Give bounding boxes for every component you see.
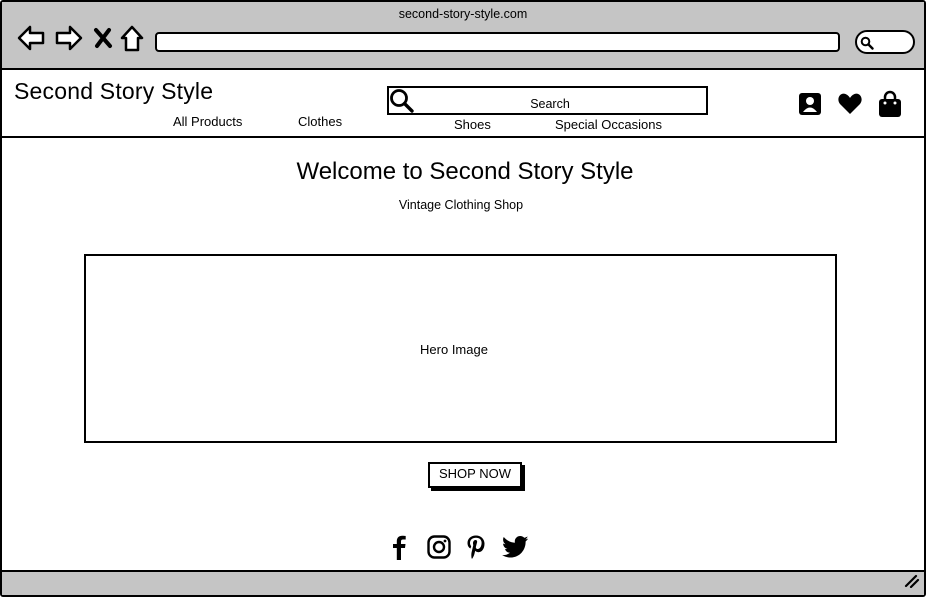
site-header: Second Story Style All Products Clothes … — [2, 72, 924, 138]
stop-icon[interactable] — [93, 27, 113, 53]
nav-special-occasions[interactable]: Special Occasions — [555, 117, 662, 132]
page-subtitle: Vintage Clothing Shop — [398, 198, 524, 212]
pinterest-icon[interactable] — [465, 534, 487, 564]
browser-window: second-story-style.com Second Story Styl… — [0, 0, 926, 597]
account-icon[interactable] — [798, 92, 822, 120]
site-search-input[interactable]: Search — [387, 86, 708, 115]
browser-search-field[interactable] — [855, 30, 915, 54]
shop-now-button[interactable]: SHOP NOW — [428, 462, 522, 488]
resize-grip-icon[interactable] — [904, 573, 920, 592]
hero-image: Hero Image — [84, 254, 837, 443]
nav-shoes[interactable]: Shoes — [454, 117, 491, 132]
window-title: second-story-style.com — [398, 7, 528, 21]
search-placeholder: Search — [530, 97, 570, 111]
hero-image-label: Hero Image — [420, 342, 488, 357]
browser-toolbar: second-story-style.com — [2, 2, 924, 70]
forward-arrow-icon[interactable] — [54, 24, 84, 56]
brand-logo[interactable]: Second Story Style — [14, 78, 213, 105]
nav-clothes[interactable]: Clothes — [298, 114, 342, 129]
home-icon[interactable] — [119, 24, 145, 58]
address-bar[interactable] — [155, 32, 840, 52]
instagram-icon[interactable] — [427, 535, 451, 563]
facebook-icon[interactable] — [389, 534, 409, 564]
twitter-icon[interactable] — [502, 536, 529, 562]
heart-icon[interactable] — [837, 92, 863, 120]
page-title: Welcome to Second Story Style — [296, 158, 634, 185]
browser-status-bar — [2, 570, 924, 595]
nav-all-products[interactable]: All Products — [173, 114, 242, 129]
shopping-bag-icon[interactable] — [878, 90, 902, 122]
back-arrow-icon[interactable] — [16, 24, 46, 56]
